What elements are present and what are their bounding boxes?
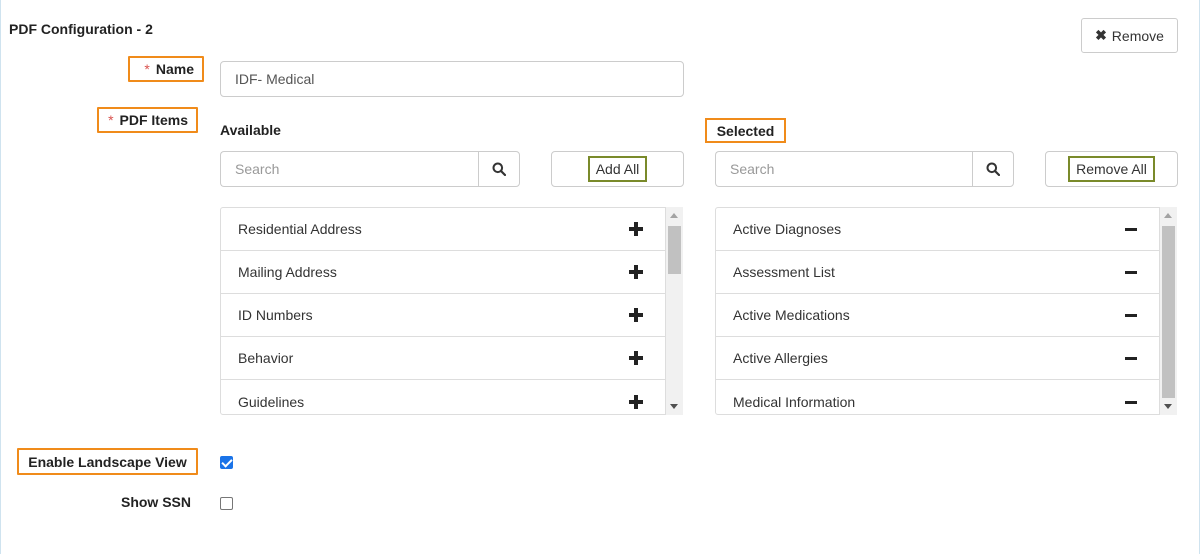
plus-icon[interactable] <box>629 308 643 322</box>
list-item-label: ID Numbers <box>238 307 313 323</box>
scroll-down-arrow[interactable] <box>1164 404 1172 409</box>
show-ssn-checkbox[interactable] <box>220 497 233 510</box>
pdf-items-label: * PDF Items <box>97 107 198 133</box>
selected-search-button[interactable] <box>972 151 1014 187</box>
available-search-button[interactable] <box>478 151 520 187</box>
minus-icon[interactable] <box>1125 308 1137 322</box>
available-list: Residential Address Mailing Address ID Num… <box>220 207 666 415</box>
close-icon: ✖ <box>1095 27 1107 43</box>
plus-icon[interactable] <box>629 351 643 365</box>
selected-list: Active Diagnoses Assessment List Active Me… <box>715 207 1160 415</box>
name-input[interactable] <box>220 61 684 97</box>
add-all-button[interactable]: Add All <box>551 151 684 187</box>
list-item[interactable]: Guidelines <box>221 380 665 414</box>
scroll-up-arrow[interactable] <box>670 213 678 218</box>
list-item-label: Assessment List <box>733 264 835 280</box>
selected-scrollbar[interactable] <box>1160 207 1177 415</box>
list-item-label: Active Medications <box>733 307 850 323</box>
scroll-thumb[interactable] <box>1162 226 1175 398</box>
list-item-label: Mailing Address <box>238 264 337 280</box>
list-item-label: Active Allergies <box>733 350 828 366</box>
scroll-thumb[interactable] <box>668 226 681 274</box>
remove-button[interactable]: ✖ Remove <box>1081 18 1178 53</box>
landscape-view-checkbox[interactable] <box>220 456 233 469</box>
search-icon <box>492 162 506 176</box>
plus-icon[interactable] <box>629 394 643 409</box>
list-item[interactable]: Assessment List <box>716 251 1159 294</box>
available-search <box>220 151 520 187</box>
selected-heading: Selected <box>705 118 786 143</box>
minus-icon[interactable] <box>1125 265 1137 279</box>
list-item[interactable]: Active Diagnoses <box>716 208 1159 251</box>
plus-icon[interactable] <box>629 222 643 236</box>
list-item[interactable]: Mailing Address <box>221 251 665 294</box>
selected-search-input[interactable] <box>715 151 972 187</box>
scroll-up-arrow[interactable] <box>1164 213 1172 218</box>
list-item[interactable]: Behavior <box>221 337 665 380</box>
available-search-input[interactable] <box>220 151 478 187</box>
page-title: PDF Configuration - 2 <box>9 21 153 37</box>
remove-all-button[interactable]: Remove All <box>1045 151 1178 187</box>
list-item[interactable]: Active Medications <box>716 294 1159 337</box>
list-item[interactable]: Active Allergies <box>716 337 1159 380</box>
remove-button-label: Remove <box>1111 27 1164 44</box>
minus-icon[interactable] <box>1125 395 1137 409</box>
list-item-label: Residential Address <box>238 221 362 237</box>
required-mark: * <box>108 112 114 128</box>
list-item-label: Behavior <box>238 350 294 366</box>
pdf-configuration-panel: PDF Configuration - 2 ✖ Remove * Name * … <box>0 0 1200 554</box>
pdf-items-label-text: PDF Items <box>119 112 188 128</box>
plus-icon[interactable] <box>629 265 643 279</box>
available-scrollbar[interactable] <box>666 207 683 415</box>
list-item[interactable]: Medical Information <box>716 380 1159 414</box>
list-item-label: Medical Information <box>733 393 856 410</box>
list-item-label: Active Diagnoses <box>733 221 842 237</box>
minus-icon[interactable] <box>1125 222 1137 236</box>
search-icon <box>986 162 1000 176</box>
available-heading: Available <box>220 122 281 138</box>
show-ssn-label: Show SSN <box>120 494 191 510</box>
list-item[interactable]: Residential Address <box>221 208 665 251</box>
name-label: * Name <box>128 56 204 82</box>
remove-all-label: Remove All <box>1068 156 1155 182</box>
minus-icon[interactable] <box>1125 351 1137 365</box>
name-label-text: Name <box>155 61 194 77</box>
selected-search <box>715 151 1014 187</box>
landscape-view-label: Enable Landscape View <box>17 448 198 475</box>
required-mark: * <box>144 61 150 77</box>
scroll-down-arrow[interactable] <box>670 404 678 409</box>
list-item-label: Guidelines <box>238 393 305 410</box>
list-item[interactable]: ID Numbers <box>221 294 665 337</box>
add-all-label: Add All <box>587 156 648 182</box>
